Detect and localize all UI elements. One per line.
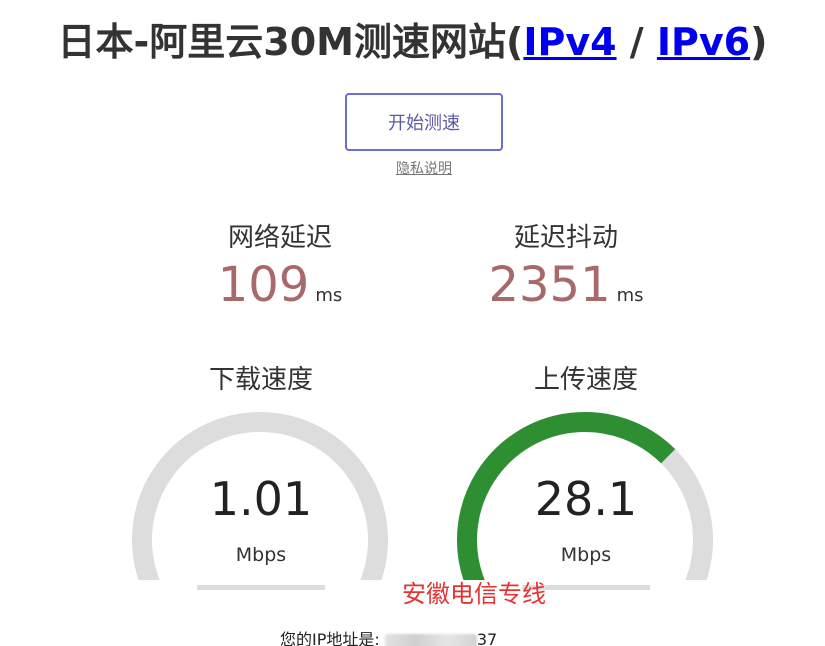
title-separator: /: [616, 20, 657, 64]
download-progress-bar: [197, 585, 325, 590]
ip-redacted: [384, 633, 477, 646]
jitter-unit: ms: [616, 285, 644, 306]
download-value: 1.01: [209, 472, 313, 526]
line-annotation: 安徽电信专线: [402, 580, 546, 608]
speedtest-page: 日本-阿里云30M测速网站(IPv4 / IPv6) 开始测速 隐私说明 网络延…: [0, 0, 825, 646]
page-title: 日本-阿里云30M测速网站(IPv4 / IPv6): [0, 14, 825, 70]
ipv6-link[interactable]: IPv6: [657, 20, 750, 64]
title-main: 日本-阿里云30M测速网站(: [57, 20, 524, 64]
download-label: 下载速度: [208, 365, 313, 395]
upload-unit: Mbps: [560, 544, 612, 566]
ip-suffix: 37: [476, 630, 498, 646]
jitter-value: 2351: [488, 257, 611, 313]
jitter-metric: 延迟抖动 2351 ms: [466, 222, 666, 314]
latency-metric: 网络延迟 109 ms: [180, 222, 380, 314]
latency-label: 网络延迟: [227, 223, 332, 253]
latency-value: 109: [217, 257, 310, 313]
download-unit: Mbps: [235, 544, 287, 566]
start-test-button[interactable]: 开始测速: [345, 93, 503, 151]
ipv4-link[interactable]: IPv4: [523, 20, 616, 64]
jitter-label: 延迟抖动: [513, 223, 618, 253]
upload-label: 上传速度: [533, 365, 638, 395]
ip-label: 您的IP地址是:: [280, 630, 385, 646]
latency-unit: ms: [315, 285, 343, 306]
title-end: ): [750, 20, 768, 64]
ip-address-row: 您的IP地址是: 37: [280, 626, 497, 646]
upload-value: 28.1: [534, 472, 638, 526]
privacy-link[interactable]: 隐私说明: [0, 158, 825, 178]
